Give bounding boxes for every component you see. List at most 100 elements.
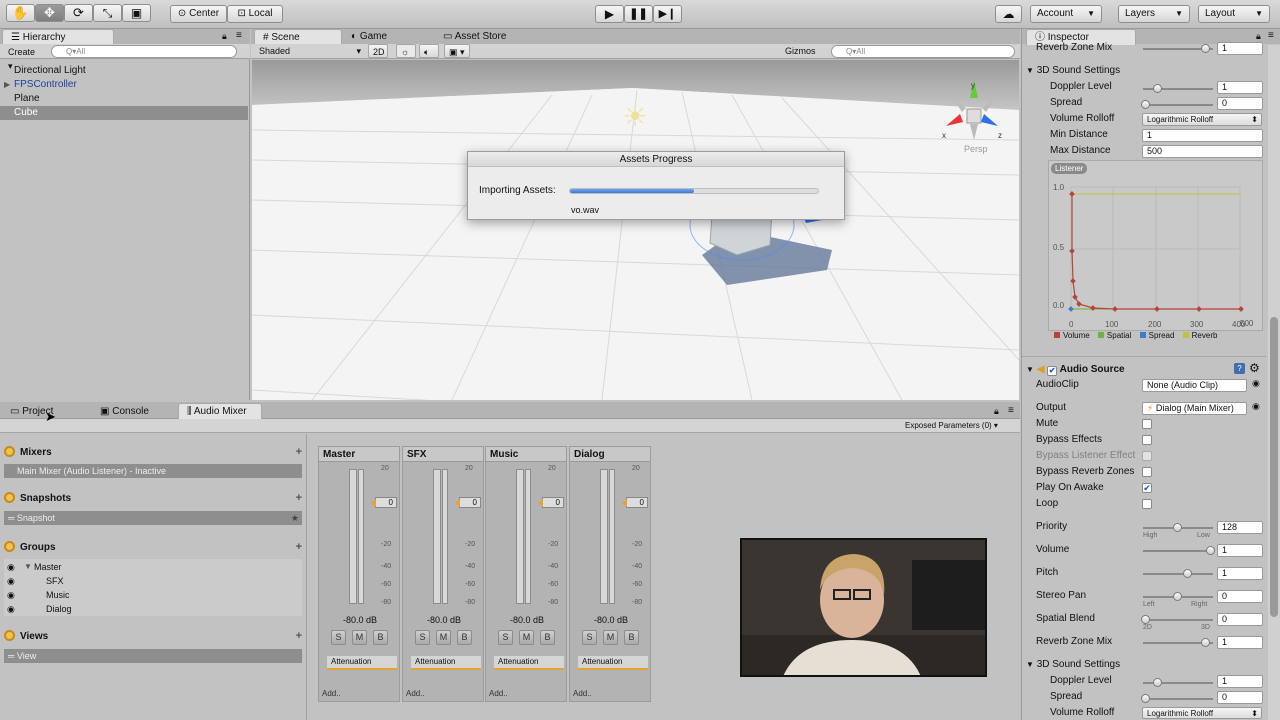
inspector-scrollbar[interactable] xyxy=(1268,45,1280,720)
add-snapshot-button[interactable]: + xyxy=(296,492,302,504)
scrollbar-thumb[interactable] xyxy=(1270,317,1278,617)
audio-toggle-button[interactable]: 🔈︎ xyxy=(419,44,439,58)
add-view-button[interactable]: + xyxy=(296,630,302,642)
max-distance-field[interactable]: 500 xyxy=(1142,145,1263,158)
object-picker-icon[interactable]: ◉ xyxy=(1252,378,1260,389)
mute-button[interactable]: M xyxy=(603,630,618,645)
3d-sound-settings-header[interactable]: ▼ 3D Sound Settings xyxy=(1026,64,1120,78)
spread-field-2[interactable]: 0 xyxy=(1217,691,1263,704)
directional-light-gizmo-icon[interactable]: ☀ xyxy=(618,100,652,134)
spread-slider-2[interactable] xyxy=(1143,698,1213,700)
add-effect-button[interactable]: Add.. xyxy=(573,689,592,698)
volume-rolloff-dropdown[interactable]: Logarithmic Rolloff ⬍ xyxy=(1142,113,1262,126)
hierarchy-item-directional-light[interactable]: Directional Light xyxy=(0,64,248,78)
spread-field[interactable]: 0 xyxy=(1217,97,1263,110)
lock-icon[interactable]: 🔒︎ xyxy=(994,406,999,417)
doppler-slider-knob-2[interactable] xyxy=(1153,678,1162,687)
pitch-slider[interactable] xyxy=(1143,573,1213,575)
spatial-blend-slider-knob[interactable] xyxy=(1141,615,1150,624)
mute-button[interactable]: M xyxy=(519,630,534,645)
stereo-pan-field[interactable]: 0 xyxy=(1217,590,1263,603)
tab-scene[interactable]: # Scene xyxy=(254,29,342,45)
hand-tool-button[interactable]: ✋ xyxy=(6,4,35,22)
effects-dropdown[interactable]: ▣ ▾ xyxy=(444,44,470,58)
mixer-item-main[interactable]: Main Mixer (Audio Listener) - Inactive xyxy=(4,464,302,478)
reverb-zone-mix-field[interactable]: 1 xyxy=(1217,636,1263,649)
menu-icon[interactable]: ≡ xyxy=(1268,30,1274,41)
output-field[interactable]: ⚡︎ Dialog (Main Mixer) xyxy=(1142,402,1247,415)
scale-tool-button[interactable]: ⤡ xyxy=(93,4,122,22)
eye-icon[interactable]: ◉ xyxy=(7,560,15,574)
audioclip-field[interactable]: None (Audio Clip) xyxy=(1142,379,1247,392)
gear-icon[interactable]: ⚙ xyxy=(1249,361,1260,375)
cloud-button[interactable]: ☁ xyxy=(995,5,1022,23)
lock-icon[interactable]: 🔒︎ xyxy=(1256,31,1261,42)
account-dropdown[interactable]: Account ▼ xyxy=(1030,5,1102,23)
rotate-tool-button[interactable]: ⟳ xyxy=(64,4,93,22)
effect-attenuation[interactable]: Attenuation xyxy=(411,656,481,670)
snapshot-item[interactable]: ═ Snapshot ★ xyxy=(4,511,302,525)
doppler-slider-knob[interactable] xyxy=(1153,84,1162,93)
effect-attenuation[interactable]: Attenuation xyxy=(578,656,648,670)
fader-handle[interactable]: 0 xyxy=(459,497,481,508)
3d-sound-settings-header-2[interactable]: ▼ 3D Sound Settings xyxy=(1026,658,1120,672)
loop-checkbox[interactable] xyxy=(1142,499,1152,509)
tab-hierarchy[interactable]: ☰ Hierarchy xyxy=(2,29,114,45)
fader-handle[interactable]: 0 xyxy=(626,497,648,508)
spread-slider[interactable] xyxy=(1143,104,1213,106)
eye-icon[interactable]: ◉ xyxy=(7,588,15,602)
menu-icon[interactable]: ≡ xyxy=(236,30,242,41)
exposed-parameters-dropdown[interactable]: Exposed Parameters (0) ▾ xyxy=(905,420,1015,432)
priority-field[interactable]: 128 xyxy=(1217,521,1263,534)
stereo-pan-slider-knob[interactable] xyxy=(1173,592,1182,601)
effect-attenuation[interactable]: Attenuation xyxy=(494,656,564,670)
bypass-button[interactable]: B xyxy=(373,630,388,645)
hierarchy-search-input[interactable]: Q▾All xyxy=(51,45,237,58)
shading-mode-dropdown[interactable]: Shaded ▾ xyxy=(255,44,363,58)
tab-audio-mixer[interactable]: ⫼ Audio Mixer xyxy=(178,403,262,419)
mute-button[interactable]: M xyxy=(436,630,451,645)
view-item[interactable]: ═ View xyxy=(4,649,302,663)
space-toggle-button[interactable]: ⊡ Local xyxy=(227,5,283,23)
bypass-reverb-zones-checkbox[interactable] xyxy=(1142,467,1152,477)
add-effect-button[interactable]: Add.. xyxy=(322,689,341,698)
tab-console[interactable]: ▣ Console xyxy=(92,404,157,420)
layers-dropdown[interactable]: Layers ▼ xyxy=(1118,5,1190,23)
add-effect-button[interactable]: Add.. xyxy=(406,689,425,698)
play-button[interactable]: ▶ xyxy=(595,5,624,23)
help-icon[interactable]: ? xyxy=(1234,363,1245,374)
menu-icon[interactable]: ≡ xyxy=(1008,405,1014,416)
solo-button[interactable]: S xyxy=(415,630,430,645)
group-item-music[interactable]: ◉ Music xyxy=(4,588,302,602)
doppler-field-2[interactable]: 1 xyxy=(1217,675,1263,688)
layout-dropdown[interactable]: Layout ▼ xyxy=(1198,5,1270,23)
rolloff-graph[interactable]: Listener 1.0 0.5 0.0 0 100 200 300 400 xyxy=(1048,160,1263,331)
add-effect-button[interactable]: Add.. xyxy=(489,689,508,698)
add-mixer-button[interactable]: + xyxy=(296,446,302,458)
reverb-zone-mix-slider-knob[interactable] xyxy=(1201,638,1210,647)
add-group-button[interactable]: + xyxy=(296,541,302,553)
min-distance-field[interactable]: 1 xyxy=(1142,129,1263,142)
pause-button[interactable]: ❚❚ xyxy=(624,5,653,23)
bypass-button[interactable]: B xyxy=(624,630,639,645)
star-icon[interactable]: ★ xyxy=(291,511,299,525)
create-button[interactable]: Create ▾ xyxy=(4,45,46,71)
scene-viewport[interactable]: ☀ Persp x y z xyxy=(252,60,1019,400)
volume-field[interactable]: 1 xyxy=(1217,544,1263,557)
2d-toggle-button[interactable]: 2D xyxy=(368,44,388,58)
fader-handle[interactable]: 0 xyxy=(542,497,564,508)
solo-button[interactable]: S xyxy=(498,630,513,645)
audio-source-header[interactable]: ▼ ◀ ✔ Audio Source xyxy=(1026,363,1125,377)
gizmos-dropdown[interactable]: Gizmos ▾ xyxy=(781,44,825,70)
tab-game[interactable]: ◐ Game xyxy=(343,29,395,45)
spread-slider-knob[interactable] xyxy=(1141,100,1150,109)
expand-arrow-icon[interactable]: ▶ xyxy=(4,78,10,92)
solo-button[interactable]: S xyxy=(331,630,346,645)
hierarchy-item-fpscontroller[interactable]: ▶ FPSController xyxy=(0,78,248,92)
hierarchy-item-plane[interactable]: Plane xyxy=(0,92,248,106)
fader-handle[interactable]: 0 xyxy=(375,497,397,508)
bypass-button[interactable]: B xyxy=(457,630,472,645)
mute-button[interactable]: M xyxy=(352,630,367,645)
mute-checkbox[interactable] xyxy=(1142,419,1152,429)
doppler-field[interactable]: 1 xyxy=(1217,81,1263,94)
